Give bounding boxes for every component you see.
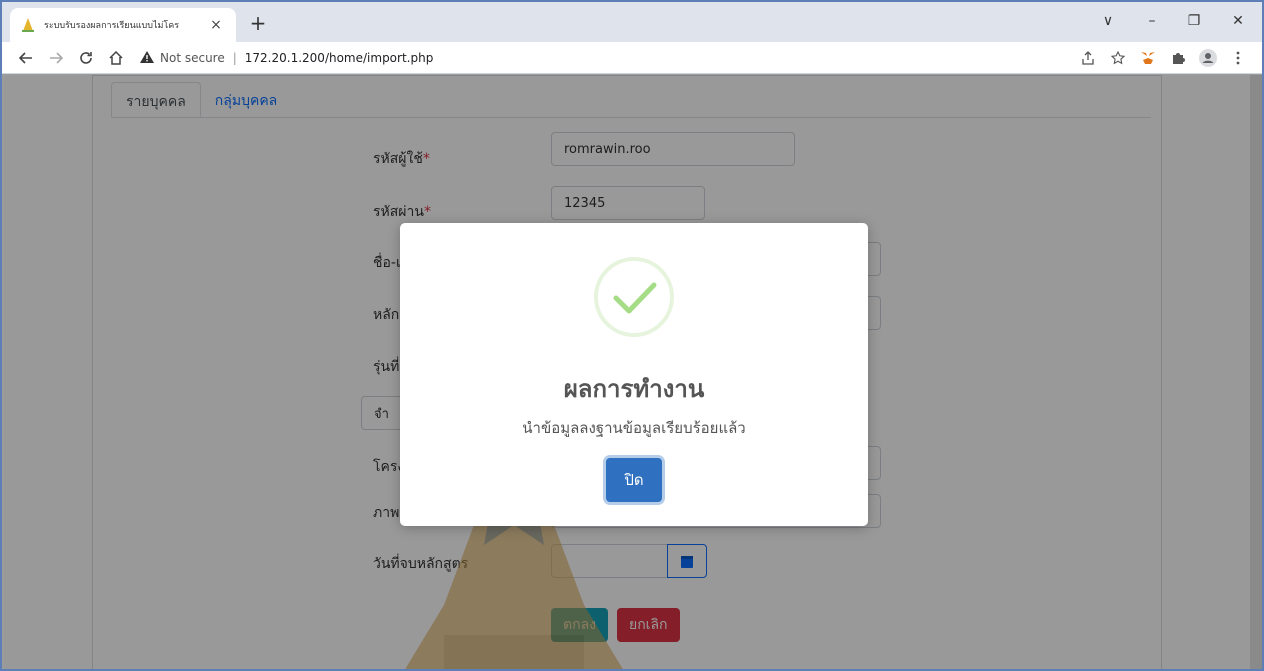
warning-icon (140, 50, 154, 66)
dialog-title: ผลการทำงาน (563, 375, 705, 403)
tab-search-button[interactable]: ∨ (1090, 8, 1126, 34)
bookmark-star-icon[interactable] (1106, 46, 1130, 70)
home-icon[interactable] (104, 46, 128, 70)
tab-title: ระบบรับรองผลการเรียนแบบไม่โคร (44, 21, 180, 31)
success-check-icon (594, 257, 674, 337)
reload-icon[interactable] (74, 46, 98, 70)
scrollbar[interactable] (1250, 75, 1262, 669)
restore-button[interactable]: ❐ (1176, 8, 1212, 34)
browser-titlebar: ระบบรับรองผลการเรียนแบบไม่โคร × + ∨ – ❐ … (2, 2, 1262, 42)
metamask-extension-icon[interactable] (1136, 46, 1160, 70)
tab-close-icon[interactable]: × (206, 17, 226, 33)
not-secure-label: Not secure (160, 51, 225, 65)
favicon-icon (20, 17, 36, 33)
profile-avatar-icon[interactable] (1196, 46, 1220, 70)
toolbar-actions (1076, 46, 1250, 70)
share-icon[interactable] (1076, 46, 1100, 70)
forward-icon[interactable] (44, 46, 68, 70)
success-dialog: ผลการทำงาน นำข้อมูลลงฐานข้อมูลเรียบร้อยแ… (400, 223, 868, 526)
address-separator: | (232, 51, 237, 65)
address-bar[interactable]: Not secure | 172.20.1.200/home/import.ph… (140, 46, 1060, 70)
close-window-button[interactable]: ✕ (1220, 8, 1256, 34)
page-viewport: รายบุคคล กลุ่มบุคคล รหัสผู้ใช้* romrawin… (4, 75, 1262, 669)
minimize-button[interactable]: – (1134, 8, 1170, 34)
browser-tab[interactable]: ระบบรับรองผลการเรียนแบบไม่โคร × (10, 8, 236, 42)
dialog-message: นำข้อมูลลงฐานข้อมูลเรียบร้อยแล้ว (522, 419, 746, 437)
url-text: 172.20.1.200/home/import.php (244, 51, 434, 65)
new-tab-button[interactable]: + (246, 12, 270, 36)
back-icon[interactable] (14, 46, 38, 70)
extensions-puzzle-icon[interactable] (1166, 46, 1190, 70)
browser-window: ระบบรับรองผลการเรียนแบบไม่โคร × + ∨ – ❐ … (0, 0, 1264, 671)
dialog-close-button[interactable]: ปิด (606, 458, 662, 502)
menu-kebab-icon[interactable] (1226, 46, 1250, 70)
